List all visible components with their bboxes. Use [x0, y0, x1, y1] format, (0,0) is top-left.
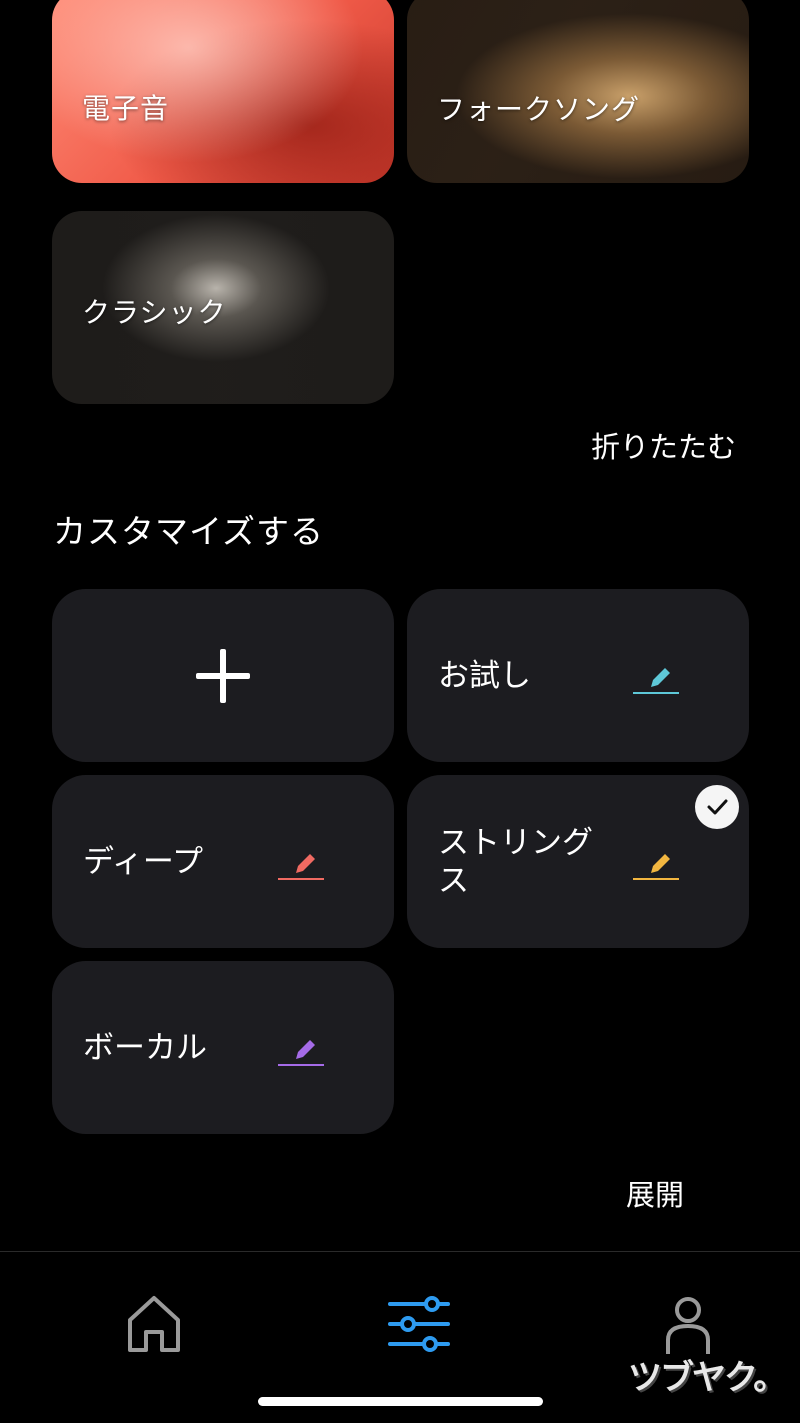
home-indicator[interactable]	[258, 1397, 543, 1406]
preset-name: お試し	[438, 657, 531, 694]
edit-pencil-icon[interactable]	[633, 851, 679, 881]
collapse-button[interactable]: 折りたたむ	[591, 424, 736, 466]
edit-pencil-icon[interactable]	[278, 1037, 324, 1067]
home-icon[interactable]	[126, 1294, 182, 1354]
preset-name: ストリングス	[438, 824, 593, 899]
preset-card-deep[interactable]: ディープ	[52, 775, 394, 948]
genre-card-electronic[interactable]: 電子音	[52, 0, 394, 183]
person-icon[interactable]	[664, 1296, 712, 1356]
watermark-logo: ツブヤク。	[628, 1358, 787, 1398]
preset-card-trial[interactable]: お試し	[407, 589, 749, 762]
expand-button[interactable]: 展開	[626, 1172, 684, 1214]
genre-label: クラシック	[82, 296, 227, 329]
selected-check-icon	[695, 785, 739, 829]
genre-card-folk[interactable]: フォークソング	[407, 0, 749, 183]
plus-icon	[196, 648, 250, 703]
add-preset-button[interactable]	[52, 589, 394, 762]
preset-card-vocal[interactable]: ボーカル	[52, 961, 394, 1134]
edit-pencil-icon[interactable]	[633, 665, 679, 695]
sliders-icon[interactable]	[388, 1296, 450, 1352]
preset-name: ディープ	[83, 843, 203, 880]
genre-label: フォークソング	[437, 93, 641, 126]
edit-pencil-icon[interactable]	[278, 851, 324, 881]
genre-card-classic[interactable]: クラシック	[52, 211, 394, 404]
genre-label: 電子音	[82, 92, 170, 125]
customize-section-title: カスタマイズする	[53, 512, 325, 551]
preset-name: ボーカル	[83, 1029, 207, 1066]
